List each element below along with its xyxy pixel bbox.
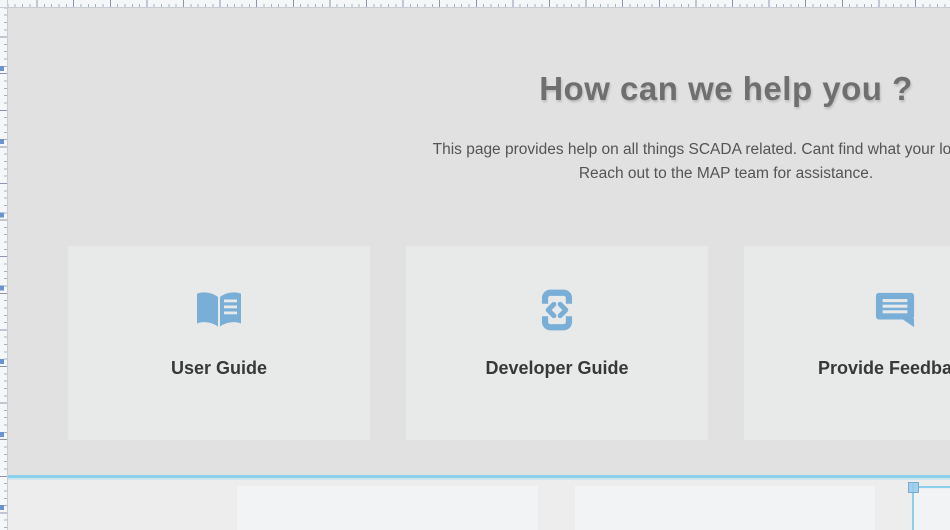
vertical-ruler <box>0 0 8 530</box>
bottom-panel <box>914 489 950 530</box>
card-provide-feedback[interactable]: Provide Feedback <box>744 246 950 440</box>
card-user-guide[interactable]: User Guide <box>68 246 370 440</box>
bottom-section <box>7 480 950 530</box>
developer-mode-icon <box>527 286 587 334</box>
card-label-provide-feedback: Provide Feedback <box>818 358 950 379</box>
feedback-bubble-icon <box>865 286 925 334</box>
bottom-panel <box>575 486 875 530</box>
card-label-user-guide: User Guide <box>171 358 267 379</box>
selection-edge-horizontal <box>918 486 950 488</box>
page-subtitle: This page provides help on all things SC… <box>7 138 950 185</box>
bottom-panel <box>237 486 538 530</box>
page-subtitle-line2: Reach out to the MAP team for assistance… <box>7 162 950 186</box>
open-book-icon <box>189 286 249 334</box>
card-label-developer-guide: Developer Guide <box>485 358 628 379</box>
card-developer-guide[interactable]: Developer Guide <box>406 246 708 440</box>
section-divider-line <box>7 475 950 478</box>
design-canvas: How can we help you ? This page provides… <box>7 7 950 530</box>
help-cards-row: User Guide Developer Guide <box>68 246 950 440</box>
help-page-content: How can we help you ? This page provides… <box>7 7 950 530</box>
horizontal-ruler <box>0 0 950 8</box>
page-title: How can we help you ? <box>7 70 950 108</box>
selection-resize-handle[interactable] <box>908 482 919 493</box>
page-subtitle-line1: This page provides help on all things SC… <box>7 138 950 162</box>
ruler-corner <box>0 0 8 8</box>
